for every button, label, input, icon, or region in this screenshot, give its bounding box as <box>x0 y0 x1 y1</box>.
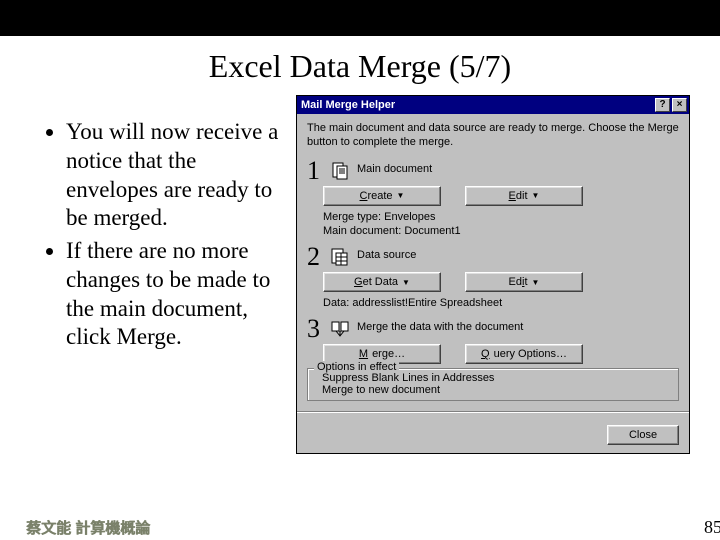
footer-author: 蔡文能 計算機概論 <box>26 517 150 538</box>
step-1-info: Merge type: EnvelopesMain document: Docu… <box>323 210 679 239</box>
close-icon[interactable]: × <box>672 98 687 112</box>
step-1: 1 Main document <box>307 158 679 184</box>
dialog-titlebar: Mail Merge Helper ? × <box>297 96 689 114</box>
edit-button-2[interactable]: Edit▼ <box>465 272 583 292</box>
get-data-button[interactable]: Get Data▼ <box>323 272 441 292</box>
step-1-label: Main document <box>357 163 679 175</box>
page-number: 85 <box>704 517 720 538</box>
help-button[interactable]: ? <box>655 98 670 112</box>
close-button[interactable]: Close <box>607 425 679 445</box>
dialog-title: Mail Merge Helper <box>301 99 653 111</box>
mail-merge-helper-dialog: Mail Merge Helper ? × The main document … <box>296 95 690 454</box>
step-number: 3 <box>307 316 327 342</box>
dialog-instruction: The main document and data source are re… <box>307 122 679 150</box>
create-button[interactable]: Create▼ <box>323 186 441 206</box>
step-2: 2 Data source <box>307 244 679 270</box>
slide-title: Excel Data Merge (5/7) <box>0 48 720 85</box>
step-2-info: Data: addresslist!Entire Spreadsheet <box>323 296 679 310</box>
bullet-list: You will now receive a notice that the e… <box>26 118 296 431</box>
query-options-button[interactable]: Query Options… <box>465 344 583 364</box>
edit-button-1[interactable]: Edit▼ <box>465 186 583 206</box>
step-number: 1 <box>307 158 327 184</box>
bullet-item: If there are no more changes to be made … <box>66 237 290 352</box>
step-3-label: Merge the data with the document <box>357 321 679 333</box>
bullet-item: You will now receive a notice that the e… <box>66 118 290 233</box>
option-item: Merge to new document <box>322 384 670 396</box>
option-item: Suppress Blank Lines in Addresses <box>322 372 670 384</box>
step-3: 3 Merge the data with the document <box>307 316 679 342</box>
data-source-icon <box>329 246 351 268</box>
step-2-label: Data source <box>357 249 679 261</box>
merge-icon <box>329 318 351 340</box>
options-legend: Options in effect <box>314 361 399 373</box>
options-in-effect: Options in effect Suppress Blank Lines i… <box>307 368 679 401</box>
document-icon <box>329 160 351 182</box>
step-number: 2 <box>307 244 327 270</box>
